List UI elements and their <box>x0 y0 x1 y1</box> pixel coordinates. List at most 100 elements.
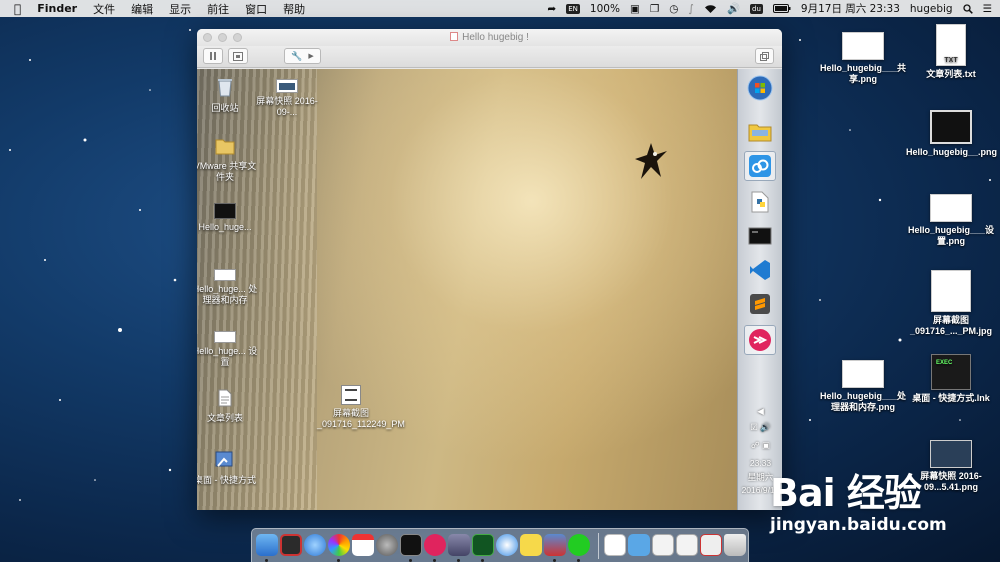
taskbar-baidu-cloud[interactable] <box>744 151 776 181</box>
desktop-file-screenshot-jpg[interactable]: 屏幕截图 _091716_..._PM.jpg <box>906 270 996 337</box>
menu-go[interactable]: 前往 <box>199 1 237 17</box>
vm-document-icon <box>450 32 459 41</box>
wrench-icon: 🔧 <box>291 50 303 61</box>
wechat-icon[interactable] <box>568 534 590 556</box>
stack-image-3-icon[interactable] <box>700 534 722 556</box>
notification-center-icon[interactable]: ☰ <box>978 3 1000 15</box>
desktop-file-shared-png[interactable]: Hello_hugebig___共享.png <box>818 32 908 85</box>
exec-file-icon: EXEC <box>931 354 971 390</box>
screen-icon[interactable]: ▣ <box>625 3 645 15</box>
battery-percent: 100% <box>589 2 620 15</box>
taskbar-explorer[interactable] <box>744 117 776 147</box>
system-preferences-icon[interactable] <box>376 534 398 556</box>
safari-icon[interactable] <box>496 534 518 556</box>
guest-article-list[interactable]: 文章列表 <box>197 389 259 424</box>
sublime-text-icon <box>750 294 770 314</box>
taskbar-vscode[interactable] <box>744 255 776 285</box>
text-file-icon <box>218 389 232 407</box>
document-icon[interactable] <box>604 534 626 556</box>
eagle-image <box>635 143 667 179</box>
time-machine-icon[interactable]: ◷ <box>664 3 683 15</box>
pause-button[interactable] <box>203 48 223 64</box>
tray-expand-icon[interactable]: ◀ <box>738 406 782 417</box>
dock-separator <box>598 533 599 559</box>
input-method-icon[interactable]: EN <box>561 3 585 14</box>
guest-hello-file-1[interactable]: Hello_huge... <box>197 203 259 233</box>
apple-menu-icon[interactable]:  <box>0 2 29 16</box>
spotlight-icon[interactable] <box>958 3 978 14</box>
guest-screenshot-jpg[interactable]: 屏幕截图 _091716_112249_PM <box>317 385 405 430</box>
stack-image-icon[interactable] <box>652 534 674 556</box>
xmind-icon[interactable] <box>424 534 446 556</box>
image-thumb-icon <box>930 194 972 222</box>
guest-desktop[interactable]: 回收站 屏幕快照 2016-09-... VMware 共享文件夹 Hello_… <box>197 69 737 510</box>
settings-wrench-button[interactable]: 🔧 ▶ <box>284 48 321 64</box>
image-thumb-icon <box>214 269 236 281</box>
text-file-icon: TXT <box>936 24 966 66</box>
menu-help[interactable]: 帮助 <box>275 1 313 17</box>
dark-image-thumb-icon <box>930 110 972 144</box>
wifi-icon[interactable] <box>699 4 722 14</box>
mission-control-icon[interactable] <box>280 534 302 556</box>
app-store-icon[interactable] <box>304 534 326 556</box>
taskbar-xmind[interactable] <box>744 325 776 355</box>
du-icon[interactable]: du <box>745 3 768 14</box>
tray-icons-row-1[interactable]: ☑ 🔊 <box>738 422 782 433</box>
guest-desktop-shortcut[interactable]: 桌面 - 快捷方式 <box>197 449 259 486</box>
vmware-arrows-icon[interactable]: ➦ <box>542 3 561 15</box>
folder-icon <box>215 139 235 155</box>
calendar-icon[interactable] <box>352 534 374 556</box>
screenshot-thumb-icon <box>341 385 361 405</box>
activity-monitor-icon[interactable] <box>472 534 494 556</box>
battery-icon[interactable] <box>768 4 796 13</box>
status-area: ➦ EN 100% ▣ ❐ ◷ ∫ 🔊 du 9月17日 周六 23:33 hu… <box>542 0 1000 17</box>
downloads-folder-icon[interactable] <box>628 534 650 556</box>
menu-edit[interactable]: 编辑 <box>123 1 161 17</box>
menu-window[interactable]: 窗口 <box>237 1 275 17</box>
desktop-file-shortcut-lnk[interactable]: EXEC 桌面 - 快捷方式.lnk <box>906 354 996 404</box>
vmware-window[interactable]: Hello hugebig ! 🔧 ▶ 回收站 屏幕快照 2016-09-...… <box>197 29 782 510</box>
taskbar-python[interactable] <box>744 187 776 217</box>
windows-orb-icon <box>747 75 773 101</box>
screenshot-thumb-icon <box>276 79 298 93</box>
taskbar-sublime[interactable] <box>744 289 776 319</box>
stack-image-2-icon[interactable] <box>676 534 698 556</box>
menu-file[interactable]: 文件 <box>85 1 123 17</box>
guest-hello-file-2[interactable]: Hello_huge... 处理器和内存 <box>197 269 259 306</box>
fullscreen-button[interactable] <box>755 48 774 64</box>
chrome-icon[interactable] <box>328 534 350 556</box>
finder-icon[interactable] <box>256 534 278 556</box>
chevron-right-icon: ▶ <box>308 53 314 60</box>
snapshot-button[interactable] <box>228 48 248 64</box>
dock <box>251 528 749 562</box>
guest-recycle-bin[interactable]: 回收站 <box>197 77 259 114</box>
vmware-fusion-icon[interactable] <box>544 534 566 556</box>
tray-icons-row-2[interactable]: ☍ ▣ <box>738 440 782 451</box>
desktop-file-hello-png[interactable]: Hello_hugebig__.png <box>906 110 997 158</box>
start-button[interactable] <box>744 73 776 103</box>
menu-view[interactable]: 显示 <box>161 1 199 17</box>
guest-screenshot-file[interactable]: 屏幕快照 2016-09-... <box>253 79 321 118</box>
volume-icon[interactable]: 🔊 <box>722 2 745 15</box>
desktop-file-processor-png[interactable]: Hello_hugebig___处理器和内存.png <box>818 360 908 413</box>
terminal-icon[interactable] <box>400 534 422 556</box>
image-thumb-icon <box>931 270 971 312</box>
window-titlebar[interactable]: Hello hugebig ! <box>197 29 782 46</box>
user-name[interactable]: hugebig <box>905 3 958 15</box>
datetime[interactable]: 9月17日 周六 23:33 <box>796 1 905 16</box>
guest-taskbar: ◀ ☑ 🔊 ☍ ▣ 23:33 星期六 2016/9/17 <box>737 69 782 510</box>
image-viewer-icon[interactable] <box>448 534 470 556</box>
python-icon <box>751 191 769 213</box>
copy-icon[interactable]: ❐ <box>645 3 664 15</box>
watermark-logo: Bai 经验 <box>770 471 922 515</box>
bluetooth-icon[interactable]: ∫ <box>683 3 698 15</box>
taskbar-cmd[interactable] <box>744 221 776 251</box>
trash-icon[interactable] <box>724 534 746 556</box>
desktop-file-article-txt[interactable]: TXT 文章列表.txt <box>906 24 996 80</box>
guest-vmware-shared-folder[interactable]: VMware 共享文件夹 <box>197 137 259 183</box>
desktop-file-settings-png[interactable]: Hello_hugebig___设置.png <box>906 194 996 247</box>
notes-icon[interactable] <box>520 534 542 556</box>
menu-app-name[interactable]: Finder <box>29 2 85 15</box>
guest-hello-file-3[interactable]: Hello_huge... 设置 <box>197 331 259 368</box>
mindmap-app-icon <box>749 329 771 351</box>
